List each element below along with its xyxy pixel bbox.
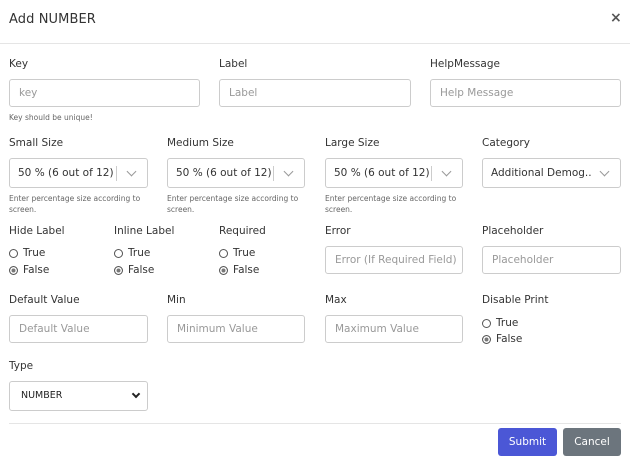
- required-true-option[interactable]: True: [219, 246, 255, 260]
- small-size-label: Small Size: [9, 137, 64, 149]
- cancel-button[interactable]: Cancel: [563, 428, 621, 456]
- radio-unchecked-icon[interactable]: [9, 248, 18, 258]
- hide-label-label: Hide Label: [9, 225, 65, 237]
- small-size-hint: Enter percentage size according to scree…: [9, 194, 141, 214]
- select-separator: [273, 166, 274, 181]
- radio-label: True: [233, 247, 256, 259]
- radio-checked-icon[interactable]: [9, 265, 18, 275]
- help-message-label: HelpMessage: [430, 58, 500, 70]
- key-hint: Key should be unique!: [9, 113, 93, 122]
- category-label: Category: [482, 137, 530, 149]
- required-label: Required: [219, 225, 266, 237]
- close-icon[interactable]: ×: [610, 10, 622, 26]
- chevron-down-icon: [441, 166, 452, 177]
- modal-title: Add NUMBER: [9, 12, 96, 27]
- radio-unchecked-icon[interactable]: [219, 248, 228, 258]
- inline-label-label: Inline Label: [114, 225, 175, 237]
- label-input[interactable]: Label: [219, 79, 411, 107]
- key-label: Key: [9, 58, 29, 70]
- category-value: Additional Demog...: [491, 167, 591, 179]
- radio-label: False: [23, 264, 50, 276]
- radio-label: False: [496, 333, 523, 345]
- default-value-input[interactable]: Default Value: [9, 315, 148, 343]
- chevron-down-icon: [126, 166, 137, 177]
- disable-print-label: Disable Print: [482, 294, 549, 306]
- radio-unchecked-icon[interactable]: [114, 248, 123, 258]
- medium-size-select[interactable]: 50 % (6 out of 12): [167, 158, 305, 188]
- radio-unchecked-icon[interactable]: [482, 318, 491, 328]
- key-input[interactable]: key: [9, 79, 200, 107]
- large-size-label: Large Size: [325, 137, 380, 149]
- default-value-label: Default Value: [9, 294, 80, 306]
- hide-label-false-option[interactable]: False: [9, 263, 49, 277]
- medium-size-label: Medium Size: [167, 137, 234, 149]
- inline-label-false-option[interactable]: False: [114, 263, 154, 277]
- placeholder-label: Placeholder: [482, 225, 544, 237]
- min-input[interactable]: Minimum Value: [167, 315, 305, 343]
- large-size-select[interactable]: 50 % (6 out of 12): [325, 158, 463, 188]
- chevron-down-icon: [283, 166, 294, 177]
- required-false-option[interactable]: False: [219, 263, 259, 277]
- max-label: Max: [325, 294, 347, 306]
- placeholder-input[interactable]: Placeholder: [482, 246, 621, 274]
- radio-label: False: [128, 264, 155, 276]
- radio-checked-icon[interactable]: [114, 265, 123, 275]
- inline-label-true-option[interactable]: True: [114, 246, 150, 260]
- large-size-hint: Enter percentage size according to scree…: [325, 194, 457, 214]
- type-select[interactable]: NUMBER: [9, 381, 148, 411]
- chevron-down-icon: [599, 166, 610, 177]
- select-separator: [431, 166, 432, 181]
- large-size-value: 50 % (6 out of 12): [334, 167, 430, 179]
- min-label: Min: [167, 294, 186, 306]
- submit-button[interactable]: Submit: [498, 428, 557, 456]
- footer-divider: [9, 423, 621, 424]
- label-field-label: Label: [219, 58, 248, 70]
- type-value: NUMBER: [21, 390, 63, 401]
- type-label: Type: [9, 360, 34, 372]
- error-input[interactable]: Error (If Required Field): [325, 246, 463, 274]
- small-size-value: 50 % (6 out of 12): [18, 167, 114, 179]
- radio-label: True: [23, 247, 46, 259]
- modal-header: Add NUMBER ×: [0, 0, 630, 44]
- hide-label-true-option[interactable]: True: [9, 246, 45, 260]
- radio-checked-icon[interactable]: [219, 265, 228, 275]
- category-select[interactable]: Additional Demog...: [482, 158, 621, 188]
- help-message-input[interactable]: Help Message: [430, 79, 621, 107]
- small-size-select[interactable]: 50 % (6 out of 12): [9, 158, 148, 188]
- error-label: Error: [325, 225, 351, 237]
- max-input[interactable]: Maximum Value: [325, 315, 463, 343]
- radio-label: False: [233, 264, 260, 276]
- medium-size-hint: Enter percentage size according to scree…: [167, 194, 299, 214]
- radio-label: True: [128, 247, 151, 259]
- medium-size-value: 50 % (6 out of 12): [176, 167, 272, 179]
- select-separator: [116, 166, 117, 181]
- disable-print-false-option[interactable]: False: [482, 332, 522, 346]
- radio-checked-icon[interactable]: [482, 334, 491, 344]
- chevron-down-icon: [131, 389, 141, 399]
- disable-print-true-option[interactable]: True: [482, 316, 518, 330]
- radio-label: True: [496, 317, 519, 329]
